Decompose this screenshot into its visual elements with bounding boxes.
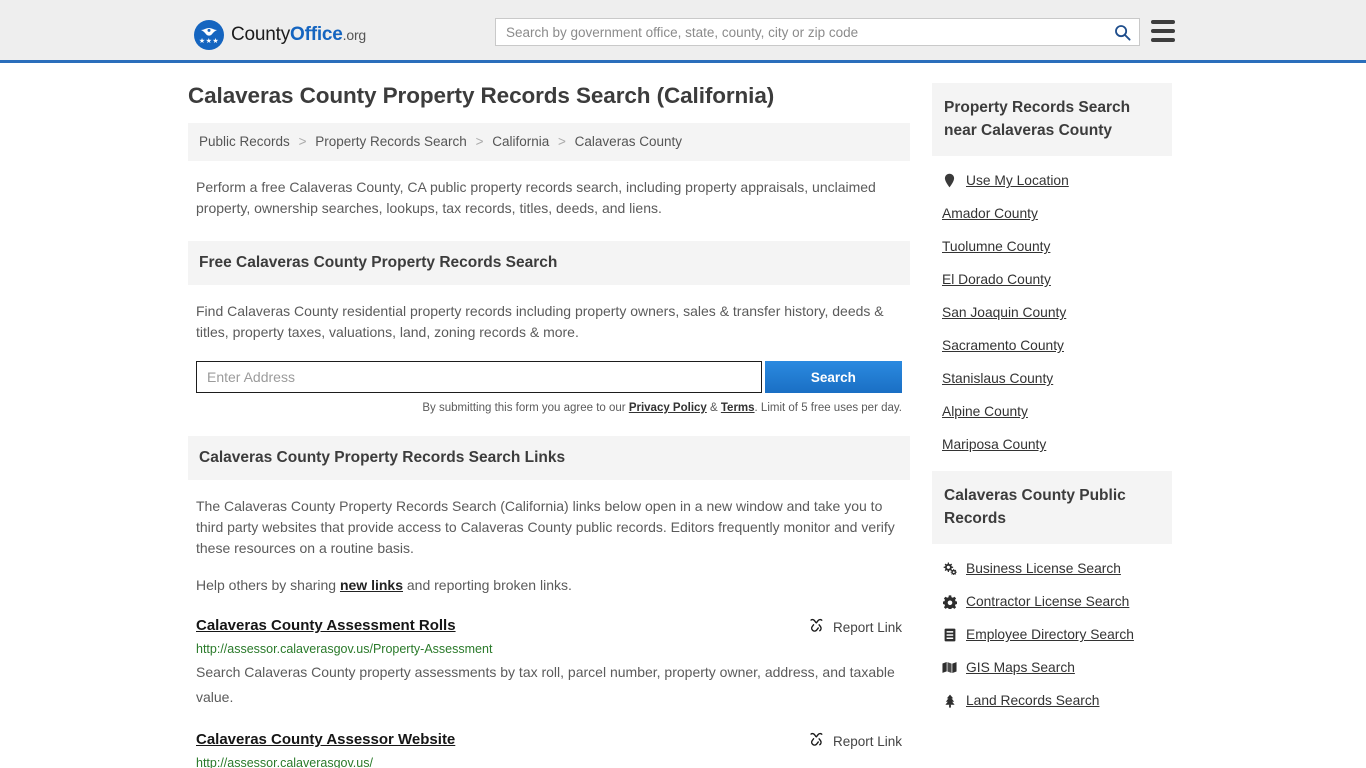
sidebar-nearby-heading: Property Records Search near Calaveras C… — [932, 83, 1172, 156]
main-content: Calaveras County Property Records Search… — [188, 83, 910, 768]
sidebar-item-amador-county[interactable]: Amador County — [932, 197, 1172, 230]
list-item: Calaveras County Assessor Website Report… — [188, 731, 910, 768]
page-title: Calaveras County Property Records Search… — [188, 83, 910, 109]
report-link-label: Report Link — [833, 620, 902, 635]
cogs-icon — [942, 562, 957, 575]
sidebar-item-label: Stanislaus County — [942, 371, 1053, 386]
hamburger-bar — [1151, 38, 1175, 42]
links-section-paragraph: The Calaveras County Property Records Se… — [188, 496, 910, 559]
sidebar-item-label: Business License Search — [966, 561, 1121, 576]
logo-text-county: County — [231, 24, 290, 45]
cog-icon — [942, 595, 957, 609]
sidebar-item-label: GIS Maps Search — [966, 660, 1075, 675]
privacy-policy-link[interactable]: Privacy Policy — [629, 402, 707, 414]
breadcrumb-item-california[interactable]: California — [492, 134, 549, 149]
sidebar-item-label: Mariposa County — [942, 437, 1046, 452]
sidebar-item-label: Alpine County — [942, 404, 1028, 419]
sidebar-item-label: San Joaquin County — [942, 305, 1066, 320]
sidebar-item-gis-maps-search[interactable]: GIS Maps Search — [932, 651, 1172, 684]
sidebar-divider — [932, 461, 1172, 471]
address-search-form: Search — [188, 361, 910, 393]
breadcrumb: Public Records > Property Records Search… — [188, 123, 910, 161]
result-url: http://assessor.calaverasgov.us/ — [196, 756, 902, 768]
site-logo[interactable]: ★★★ CountyOffice.org — [194, 20, 366, 50]
sidebar-item-mariposa-county[interactable]: Mariposa County — [932, 428, 1172, 461]
logo-text: CountyOffice.org — [231, 24, 366, 46]
sidebar-item-label: Tuolumne County — [942, 239, 1050, 254]
address-input[interactable] — [196, 361, 762, 393]
sidebar-item-employee-directory-search[interactable]: Employee Directory Search — [932, 618, 1172, 651]
sidebar-item-sacramento-county[interactable]: Sacramento County — [932, 329, 1172, 362]
result-link-title[interactable]: Calaveras County Assessment Rolls — [196, 617, 456, 634]
breadcrumb-item-property-records-search[interactable]: Property Records Search — [315, 134, 467, 149]
terms-link[interactable]: Terms — [721, 402, 755, 414]
sidebar-public-records-heading: Calaveras County Public Records — [932, 471, 1172, 544]
sidebar-item-label: El Dorado County — [942, 272, 1051, 287]
result-link-title[interactable]: Calaveras County Assessor Website — [196, 731, 455, 748]
sidebar-item-tuolumne-county[interactable]: Tuolumne County — [932, 230, 1172, 263]
result-description: Search Calaveras County property assessm… — [196, 660, 902, 710]
breadcrumb-separator: > — [476, 134, 484, 149]
broken-link-icon — [809, 732, 824, 750]
sidebar-item-label: Contractor License Search — [966, 594, 1129, 609]
report-link-button[interactable]: Report Link — [809, 731, 902, 750]
sidebar-item-el-dorado-county[interactable]: El Dorado County — [932, 263, 1172, 296]
map-pin-icon — [942, 173, 957, 188]
sidebar-item-label: Amador County — [942, 206, 1038, 221]
logo-text-office: Office — [290, 24, 343, 45]
sidebar: Property Records Search near Calaveras C… — [932, 83, 1172, 717]
search-icon[interactable] — [1105, 19, 1139, 45]
map-icon — [942, 661, 957, 674]
logo-text-suffix: .org — [343, 27, 366, 43]
sidebar-item-label: Use My Location — [966, 173, 1069, 188]
help-text-pre: Help others by sharing — [196, 577, 340, 593]
book-icon — [942, 628, 957, 642]
broken-link-icon — [809, 618, 824, 636]
links-section-heading: Calaveras County Property Records Search… — [188, 436, 910, 480]
free-search-heading: Free Calaveras County Property Records S… — [188, 241, 910, 285]
hamburger-menu-icon[interactable] — [1151, 20, 1175, 42]
help-text-post: and reporting broken links. — [403, 577, 572, 593]
sidebar-item-alpine-county[interactable]: Alpine County — [932, 395, 1172, 428]
sidebar-item-label: Sacramento County — [942, 338, 1064, 353]
tree-icon — [942, 694, 957, 708]
new-links-link[interactable]: new links — [340, 577, 403, 593]
page-body: Calaveras County Property Records Search… — [0, 63, 1366, 83]
breadcrumb-separator: > — [299, 134, 307, 149]
result-url: http://assessor.calaverasgov.us/Property… — [196, 642, 902, 656]
hamburger-bar — [1151, 29, 1175, 33]
intro-paragraph: Perform a free Calaveras County, CA publ… — [188, 177, 910, 219]
global-search-bar[interactable] — [495, 18, 1140, 46]
sidebar-nearby-list: Use My Location Amador County Tuolumne C… — [932, 164, 1172, 461]
report-link-label: Report Link — [833, 734, 902, 749]
sidebar-item-label: Land Records Search — [966, 693, 1099, 708]
disclaimer-text-post: . Limit of 5 free uses per day. — [755, 402, 902, 414]
site-header: ★★★ CountyOffice.org — [0, 0, 1366, 63]
list-item: Calaveras County Assessment Rolls Report… — [188, 617, 910, 710]
sidebar-item-land-records-search[interactable]: Land Records Search — [932, 684, 1172, 717]
sidebar-item-san-joaquin-county[interactable]: San Joaquin County — [932, 296, 1172, 329]
sidebar-item-contractor-license-search[interactable]: Contractor License Search — [932, 585, 1172, 618]
eagle-badge-icon: ★★★ — [194, 20, 224, 50]
breadcrumb-separator: > — [558, 134, 566, 149]
report-link-button[interactable]: Report Link — [809, 617, 902, 636]
logo-stars: ★★★ — [194, 38, 224, 45]
sidebar-public-records-list: Business License Search Contractor Licen… — [932, 552, 1172, 717]
disclaimer-amp: & — [707, 402, 721, 414]
breadcrumb-item-calaveras-county[interactable]: Calaveras County — [575, 134, 682, 149]
sidebar-item-use-my-location[interactable]: Use My Location — [932, 164, 1172, 197]
hamburger-bar — [1151, 20, 1175, 24]
help-others-paragraph: Help others by sharing new links and rep… — [188, 575, 910, 596]
disclaimer-text-pre: By submitting this form you agree to our — [422, 402, 628, 414]
sidebar-item-label: Employee Directory Search — [966, 627, 1134, 642]
breadcrumb-item-public-records[interactable]: Public Records — [199, 134, 290, 149]
free-search-description: Find Calaveras County residential proper… — [188, 301, 910, 343]
form-disclaimer: By submitting this form you agree to our… — [188, 402, 910, 414]
search-button[interactable]: Search — [765, 361, 902, 393]
sidebar-item-business-license-search[interactable]: Business License Search — [932, 552, 1172, 585]
global-search-input[interactable] — [496, 19, 1105, 45]
sidebar-item-stanislaus-county[interactable]: Stanislaus County — [932, 362, 1172, 395]
